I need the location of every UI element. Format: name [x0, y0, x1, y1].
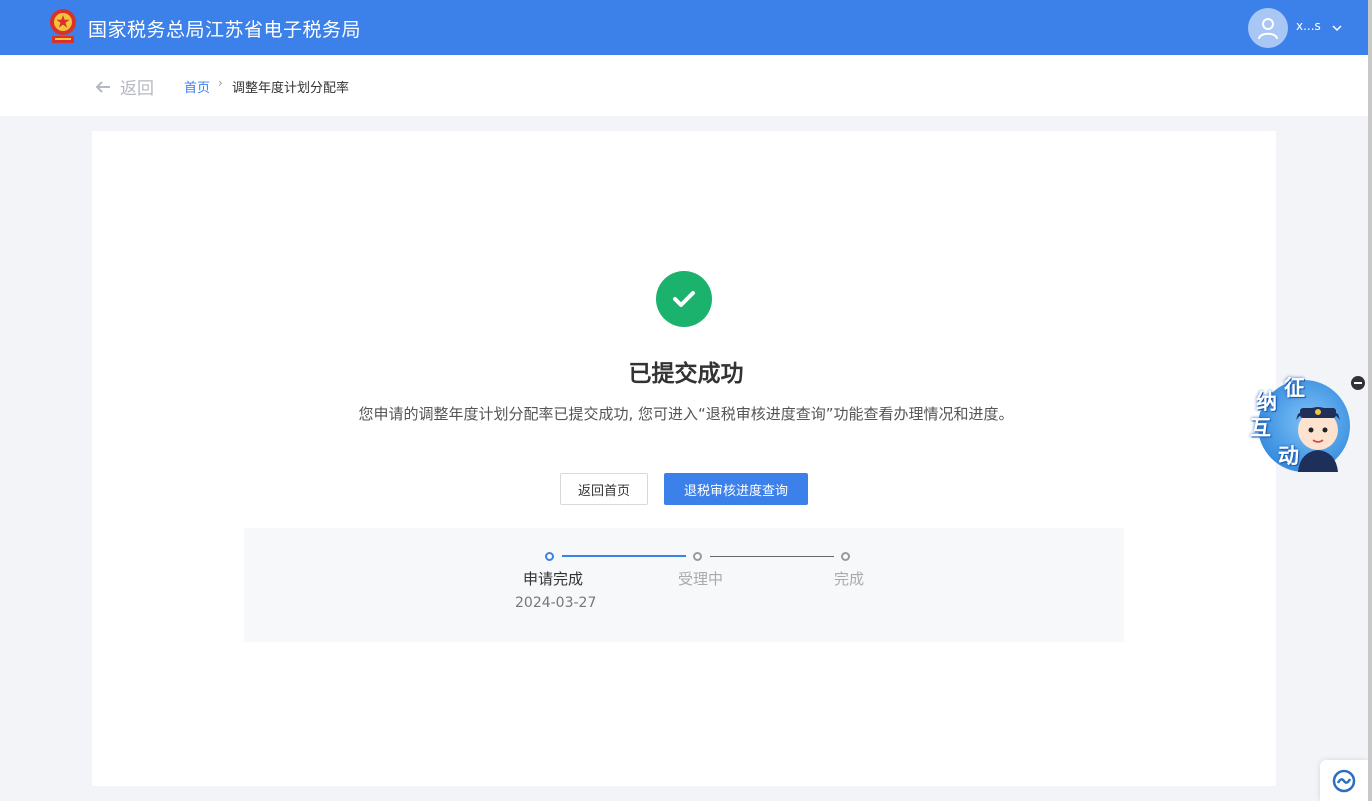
widget-char-3: 互 [1250, 416, 1271, 440]
breadcrumb-current: 调整年度计划分配率 [232, 81, 350, 96]
return-home-button[interactable]: 返回首页 [560, 473, 648, 505]
top-header: 国家税务总局江苏省电子税务局 x...s [0, 0, 1372, 55]
back-label: 返回 [120, 79, 154, 99]
breadcrumb-separator: › [218, 76, 223, 90]
check-circle-icon [656, 271, 712, 327]
success-title: 已提交成功 [628, 361, 744, 387]
main-card [92, 131, 1276, 786]
username[interactable]: x...s [1296, 19, 1321, 33]
breadcrumb-bar: 返回 首页 › 调整年度计划分配率 [0, 55, 1372, 116]
page-scrollbar[interactable] [1368, 0, 1372, 801]
help-assistant-button[interactable] [1320, 760, 1368, 801]
widget-char-4: 动 [1278, 444, 1299, 468]
step-date-applied: 2024-03-27 [515, 595, 597, 611]
refund-progress-query-button[interactable]: 退税审核进度查询 [664, 473, 808, 505]
arrow-left-icon [95, 80, 110, 93]
site-title: 国家税务总局江苏省电子税务局 [88, 19, 362, 41]
national-emblem-icon [46, 6, 80, 46]
step-label-applied: 申请完成 [523, 570, 584, 588]
widget-close-icon[interactable] [1351, 376, 1365, 390]
success-description: 您申请的调整年度计划分配率已提交成功, 您可进入“退税审核进度查询”功能查看办理… [358, 405, 1014, 423]
step-connector-2 [710, 556, 834, 557]
breadcrumb-home-link[interactable]: 首页 [184, 77, 210, 96]
back-button[interactable]: 返回 [94, 74, 154, 99]
step-connector-1 [562, 555, 686, 557]
user-avatar-icon[interactable] [1248, 8, 1288, 48]
chevron-down-icon[interactable] [1330, 20, 1344, 34]
step-label-complete: 完成 [834, 570, 865, 588]
widget-char-1: 征 [1284, 376, 1305, 400]
assistant-icon [1332, 769, 1356, 792]
step-label-processing: 受理中 [678, 570, 724, 588]
step-dot-applied [545, 552, 554, 561]
step-dot-complete [841, 552, 850, 561]
tax-interaction-widget[interactable]: 征 纳 互 动 [1248, 372, 1354, 472]
step-dot-processing [693, 552, 702, 561]
